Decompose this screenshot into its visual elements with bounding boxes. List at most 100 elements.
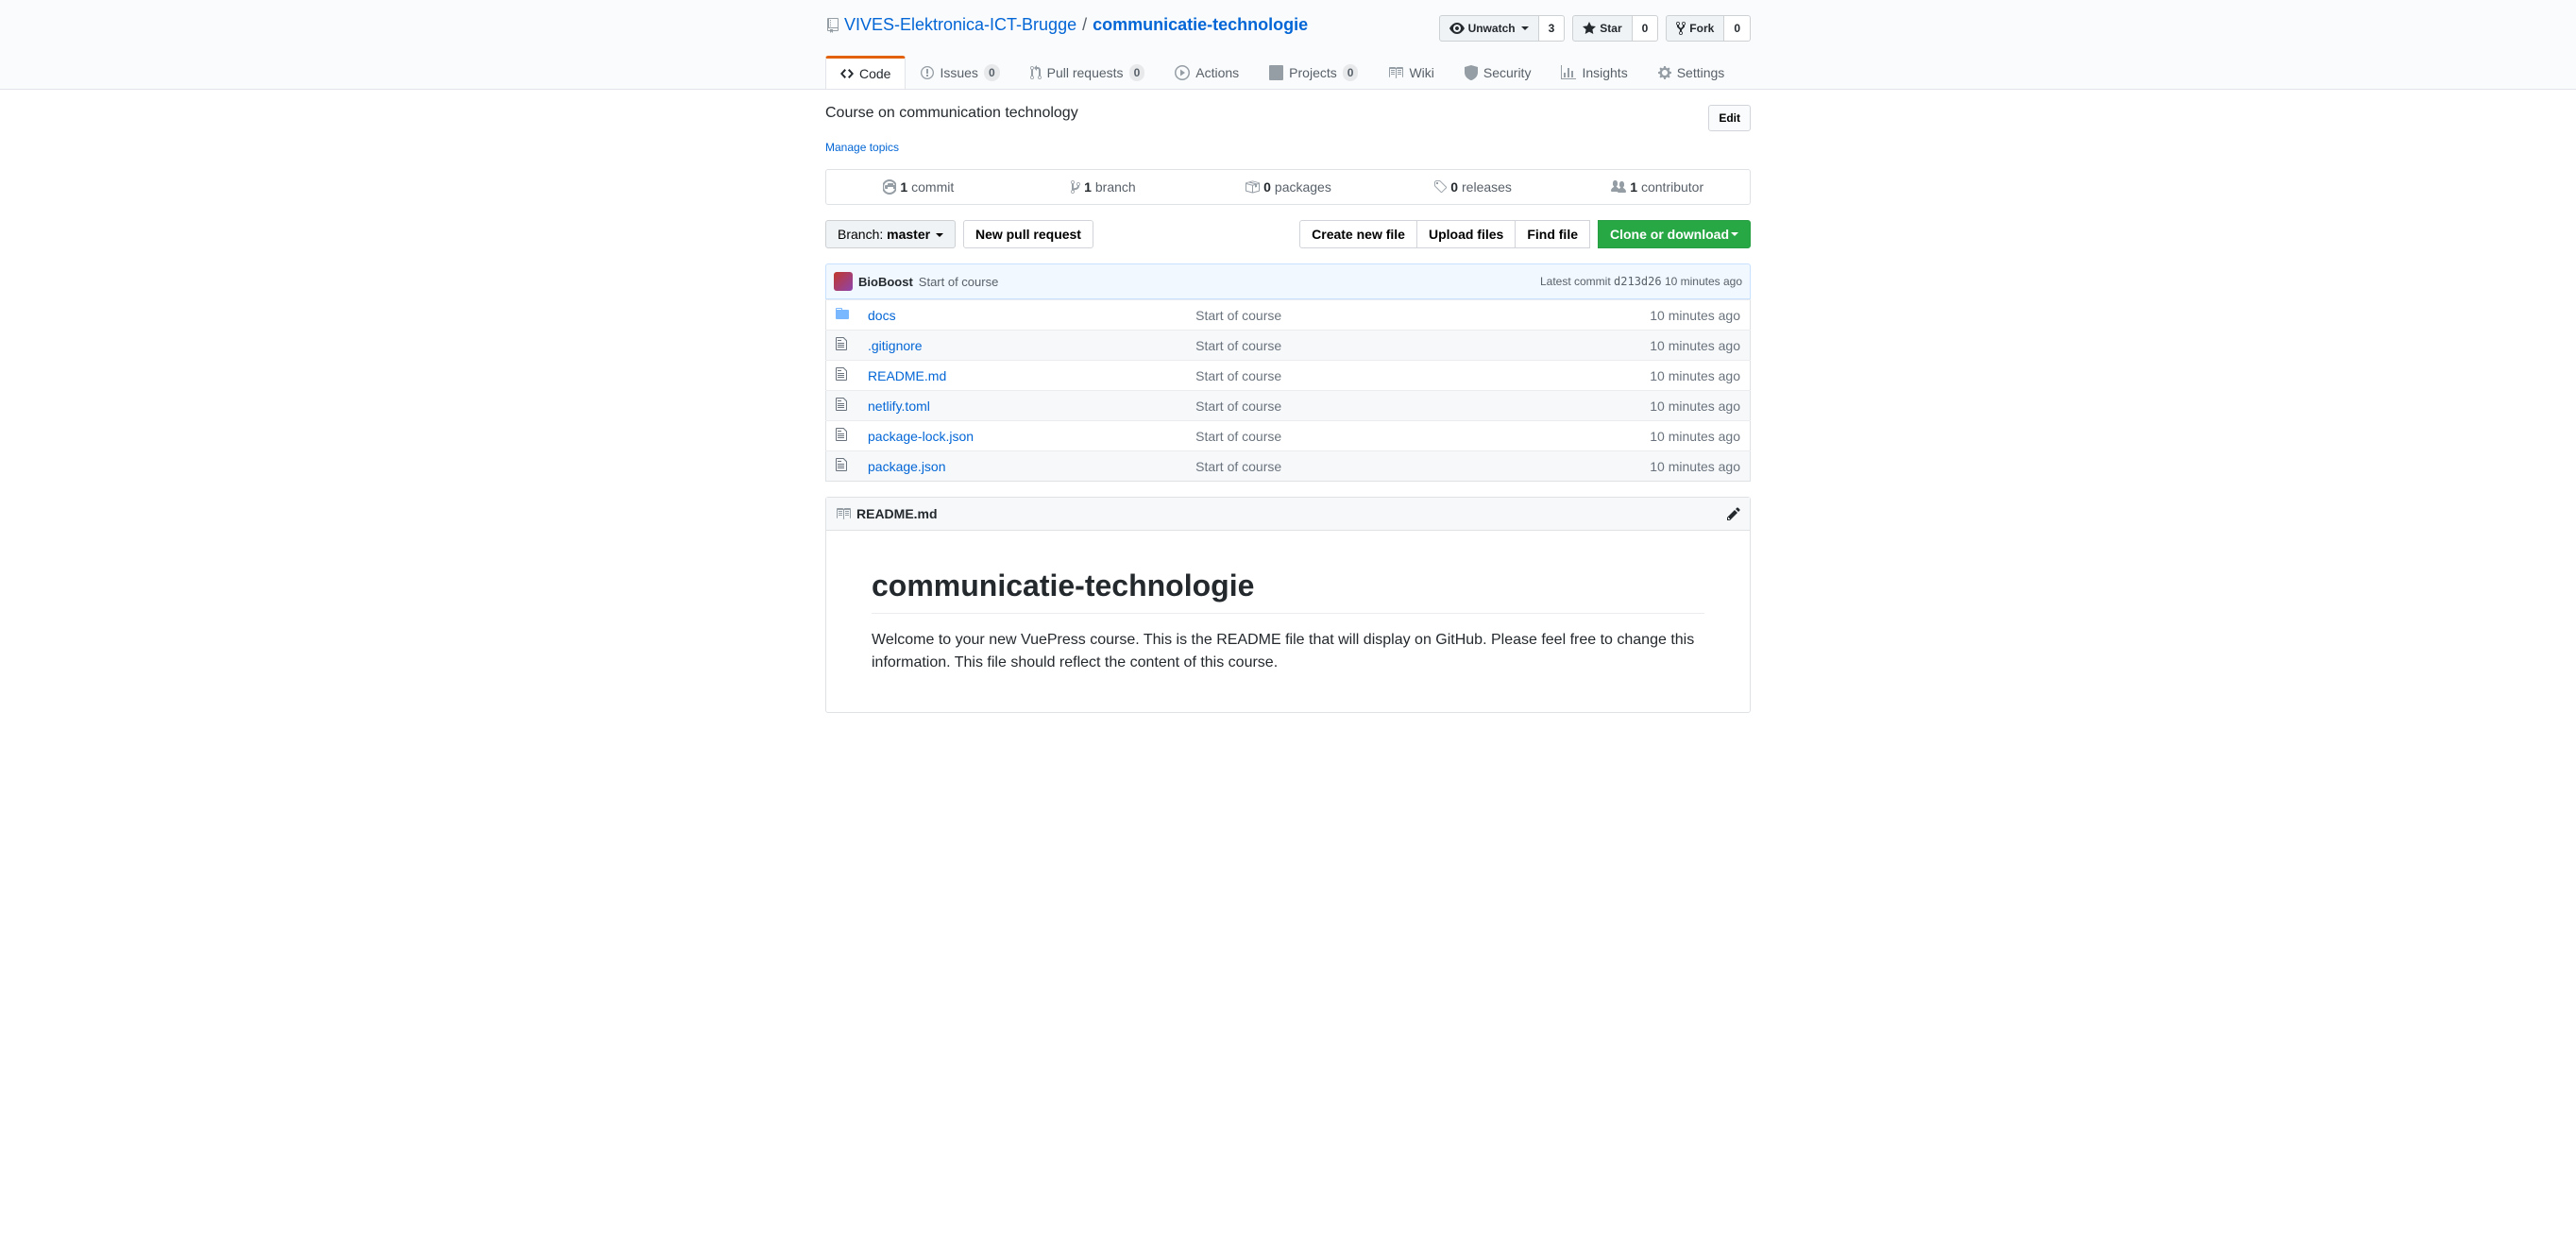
package-icon [1245, 179, 1260, 195]
fork-count[interactable]: 0 [1724, 15, 1751, 42]
issues-count: 0 [984, 64, 1000, 81]
gear-icon [1658, 65, 1671, 80]
file-row: package.json Start of course10 minutes ag… [826, 451, 1751, 482]
file-link[interactable]: README.md [868, 368, 946, 383]
star-count[interactable]: 0 [1633, 15, 1659, 42]
file-row: netlify.tomlStart of course10 minutes ag… [826, 391, 1751, 421]
star-button[interactable]: Star [1572, 15, 1632, 42]
file-link[interactable]: .gitignore [868, 338, 923, 353]
tab-issues[interactable]: Issues 0 [906, 57, 1014, 89]
file-nav: Branch: master New pull request Create n… [825, 220, 1751, 248]
unwatch-button[interactable]: Unwatch [1439, 15, 1539, 42]
fork-button[interactable]: Fork [1666, 15, 1724, 42]
file-commit-msg[interactable]: Start of course [1186, 300, 1462, 331]
branch-icon [1071, 179, 1080, 195]
star-icon [1583, 21, 1596, 36]
latest-commit-label: Latest commit [1540, 275, 1611, 288]
owner-link[interactable]: VIVES-Elektronica-ICT-Brugge [844, 15, 1076, 35]
unwatch-label: Unwatch [1468, 19, 1516, 38]
new-pr-button[interactable]: New pull request [963, 220, 1093, 248]
tab-actions-label: Actions [1195, 65, 1239, 80]
edit-button[interactable]: Edit [1708, 105, 1751, 131]
manage-topics-link[interactable]: Manage topics [825, 141, 899, 154]
tag-icon [1433, 179, 1447, 195]
action-buttons: Unwatch 3 Star 0 Fork 0 [1439, 15, 1751, 42]
branches-stat[interactable]: 1 branch [1011, 170, 1196, 204]
latest-commit-bar: BioBoost Start of course Latest commit d… [825, 263, 1751, 299]
book-icon [836, 506, 851, 521]
tab-security-label: Security [1483, 65, 1532, 80]
pencil-icon[interactable] [1727, 506, 1740, 521]
file-commit-msg[interactable]: Start of course [1186, 391, 1462, 421]
tab-insights[interactable]: Insights [1546, 57, 1642, 89]
file-time: 10 minutes ago [1462, 361, 1751, 391]
stats-bar: 1 commit 1 branch 0 packages 0 releases … [825, 169, 1751, 205]
file-row: package-lock.json Start of course10 minut… [826, 421, 1751, 451]
repo-icon [825, 18, 840, 33]
watch-count[interactable]: 3 [1539, 15, 1566, 42]
wiki-icon [1388, 65, 1403, 80]
separator: / [1082, 15, 1087, 35]
file-link[interactable]: package.json [868, 459, 946, 474]
create-file-button[interactable]: Create new file [1299, 220, 1417, 248]
code-icon [840, 66, 854, 81]
file-commit-msg[interactable]: Start of course [1186, 331, 1462, 361]
tab-issues-label: Issues [940, 65, 977, 80]
file-commit-msg[interactable]: Start of course [1186, 421, 1462, 451]
file-time: 10 minutes ago [1462, 300, 1751, 331]
tab-projects[interactable]: Projects0 [1254, 57, 1373, 89]
commits-stat[interactable]: 1 commit [826, 170, 1011, 204]
shield-icon [1465, 65, 1478, 80]
file-link[interactable]: docs [868, 308, 896, 323]
eye-icon [1449, 21, 1465, 36]
caret-icon [1731, 232, 1738, 236]
issues-icon [921, 65, 934, 80]
repo-link[interactable]: communicatie-technologie [1093, 15, 1308, 34]
tab-code[interactable]: Code [825, 56, 906, 89]
find-file-button[interactable]: Find file [1515, 220, 1590, 248]
readme-title: communicatie-technologie [872, 569, 1704, 614]
repo-tabs: Code Issues 0 Pull requests0 Actions Proj… [825, 57, 1751, 89]
clone-button[interactable]: Clone or download [1598, 220, 1751, 248]
commit-icon [883, 179, 896, 195]
tab-code-label: Code [859, 66, 890, 81]
repo-header: VIVES-Elektronica-ICT-Brugge / communica… [825, 15, 1751, 42]
file-row: .gitignore Start of course10 minutes ago [826, 331, 1751, 361]
file-link[interactable]: netlify.toml [868, 399, 930, 414]
graph-icon [1561, 65, 1576, 80]
commit-author[interactable]: BioBoost [858, 275, 913, 289]
tab-wiki-label: Wiki [1409, 65, 1433, 80]
releases-stat[interactable]: 0 releases [1381, 170, 1566, 204]
caret-icon [1521, 26, 1529, 30]
people-icon [1611, 179, 1626, 195]
packages-stat[interactable]: 0 packages [1195, 170, 1381, 204]
tab-pulls[interactable]: Pull requests0 [1015, 57, 1161, 89]
readme-box: README.md communicatie-technologie Welco… [825, 497, 1751, 713]
branch-select[interactable]: Branch: master [825, 220, 956, 248]
file-time: 10 minutes ago [1462, 331, 1751, 361]
file-link[interactable]: package-lock.json [868, 429, 974, 444]
contributors-stat[interactable]: 1 contributor [1565, 170, 1750, 204]
tab-actions[interactable]: Actions [1160, 57, 1254, 89]
repo-title: VIVES-Elektronica-ICT-Brugge / communica… [825, 15, 1308, 35]
star-label: Star [1600, 19, 1621, 38]
file-commit-msg[interactable]: Start of course [1186, 451, 1462, 482]
projects-icon [1269, 65, 1283, 80]
tab-security[interactable]: Security [1449, 57, 1547, 89]
file-row: README.md Start of course10 minutes ago [826, 361, 1751, 391]
readme-filename: README.md [856, 506, 938, 521]
fork-icon [1676, 21, 1686, 36]
file-list: docsStart of course10 minutes ago.gitign… [825, 299, 1751, 482]
file-time: 10 minutes ago [1462, 451, 1751, 482]
file-time: 10 minutes ago [1462, 421, 1751, 451]
commit-sha[interactable]: d213d26 [1614, 275, 1662, 288]
tab-settings[interactable]: Settings [1643, 57, 1740, 89]
commit-message[interactable]: Start of course [919, 275, 999, 289]
file-row: docs Start of course10 minutes ago [826, 300, 1751, 331]
avatar[interactable] [834, 272, 853, 291]
file-commit-msg[interactable]: Start of course [1186, 361, 1462, 391]
upload-files-button[interactable]: Upload files [1416, 220, 1516, 248]
tab-insights-label: Insights [1582, 65, 1627, 80]
tab-wiki[interactable]: Wiki [1373, 57, 1449, 89]
fork-label: Fork [1689, 19, 1714, 38]
